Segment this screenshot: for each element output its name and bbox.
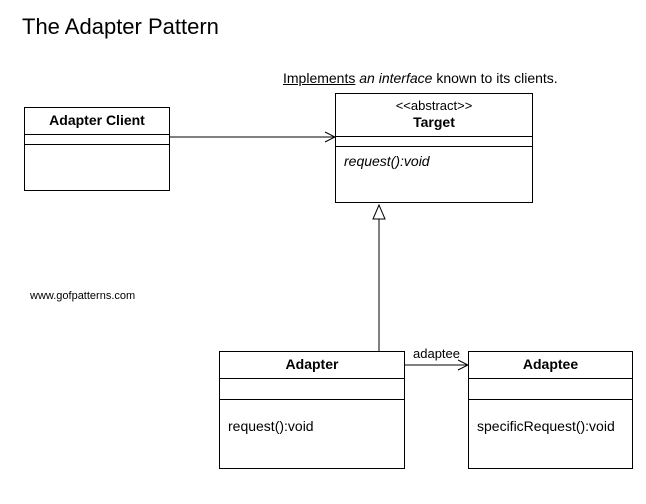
class-operations: specificRequest():void — [469, 400, 632, 452]
class-adapter: Adapter request():void — [219, 351, 405, 469]
class-operations — [25, 145, 169, 185]
diagram-caption: Implements an interface known to its cli… — [283, 70, 558, 86]
class-attributes — [25, 135, 169, 145]
class-name: Adaptee — [475, 356, 626, 374]
class-target: <<abstract>> Target request():void — [335, 93, 533, 203]
class-adapter-client: Adapter Client — [24, 107, 170, 191]
caption-rest: known to its clients. — [436, 70, 557, 86]
class-stereotype: <<abstract>> — [342, 98, 526, 114]
diagram-title: The Adapter Pattern — [22, 14, 219, 40]
class-attributes — [220, 379, 404, 400]
class-operations: request():void — [220, 400, 404, 452]
diagram-canvas: The Adapter Pattern Implements an interf… — [0, 0, 646, 504]
footer-attribution: www.gofpatterns.com — [30, 290, 135, 302]
class-operations: request():void — [336, 147, 532, 187]
class-name: Target — [342, 114, 526, 132]
class-name: Adapter — [226, 356, 398, 374]
class-attributes — [336, 137, 532, 147]
class-attributes — [469, 379, 632, 400]
class-adaptee: Adaptee specificRequest():void — [468, 351, 633, 469]
class-name: Adapter Client — [31, 112, 163, 130]
caption-implements: Implements — [283, 70, 355, 86]
association-label-adaptee: adaptee — [413, 346, 460, 361]
caption-interface: an interface — [359, 70, 432, 86]
